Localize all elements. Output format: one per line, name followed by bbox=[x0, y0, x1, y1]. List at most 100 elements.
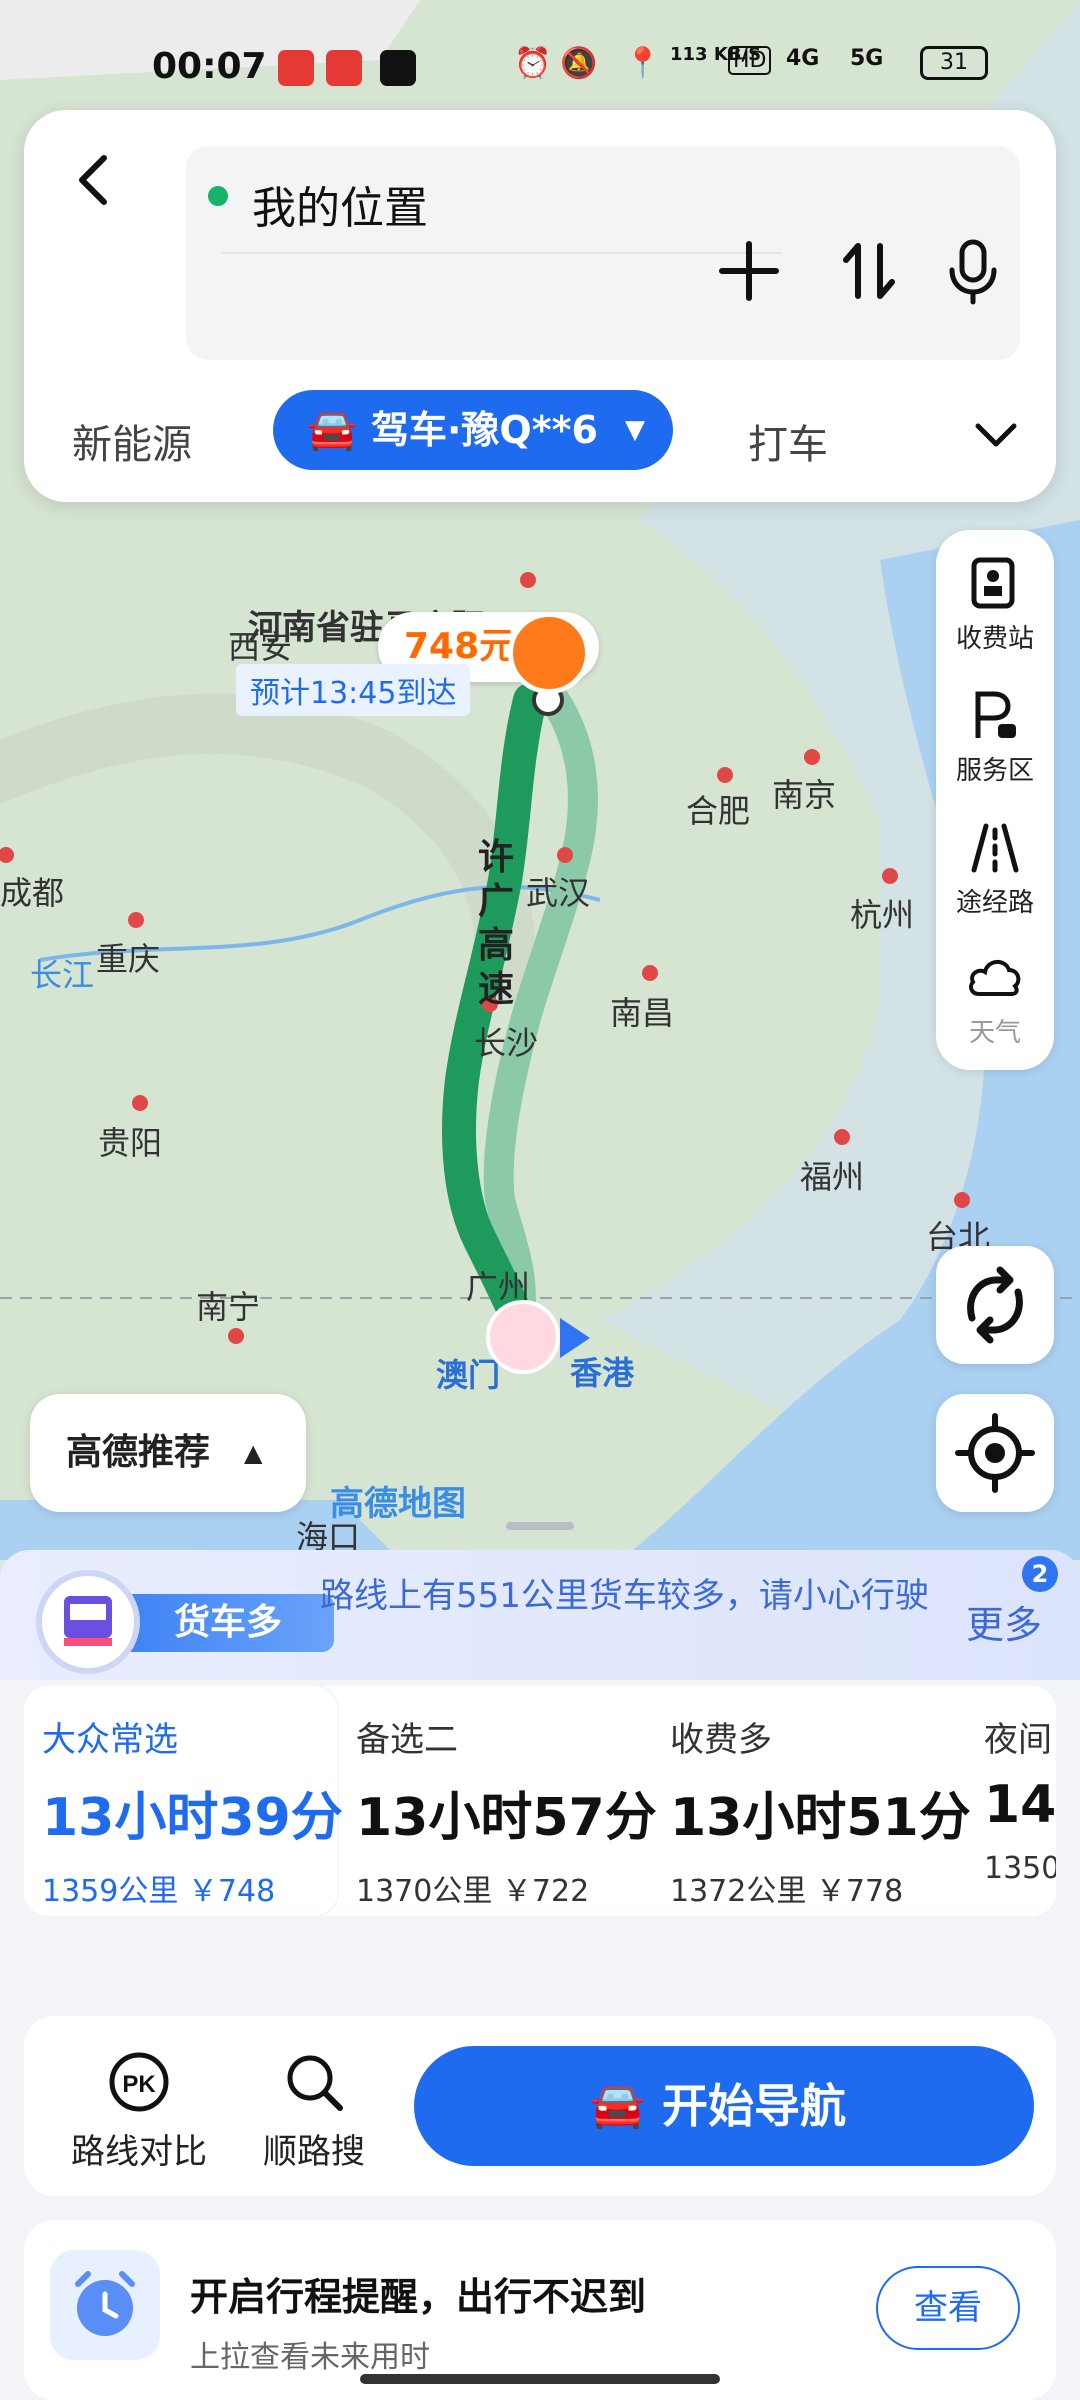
direction-arrow-icon bbox=[560, 1318, 590, 1358]
tab-taxi[interactable]: 打车 bbox=[748, 412, 828, 470]
route-panel: 货车多 路线上有551公里货车较多，请小心行驶 更多 2 大众常选 13小时39… bbox=[0, 1550, 1080, 2400]
action-bar: PK 路线对比 顺路搜 🚘 开始导航 bbox=[24, 2016, 1056, 2196]
battery-indicator: 31 bbox=[920, 46, 988, 80]
weather-icon bbox=[969, 960, 1021, 996]
current-location-avatar bbox=[486, 1300, 560, 1374]
service-area-icon bbox=[975, 691, 1016, 738]
route-tag: 备选二 bbox=[356, 1720, 458, 1760]
toutiao-app-icon bbox=[326, 50, 362, 86]
reminder-subtitle: 上拉查看未来用时 bbox=[190, 2340, 430, 2375]
signal-5g: 5G bbox=[850, 46, 884, 71]
hd-icon: HD bbox=[728, 46, 772, 75]
origin-field[interactable]: 我的位置 bbox=[252, 172, 428, 236]
route-option-4[interactable]: 夜间 14/ 1350 bbox=[966, 1686, 1056, 1916]
truck-badge-label: 货车多 bbox=[126, 1594, 334, 1652]
route-search-card: 我的位置 新能源 🚘 驾车·豫Q**6 ▼ 打车 bbox=[24, 110, 1056, 502]
along-search-button[interactable]: 顺路搜 bbox=[234, 2050, 394, 2173]
mute-icon: 🔕 bbox=[560, 46, 598, 81]
route-road-label: 许广高速 bbox=[478, 837, 515, 1010]
add-waypoint-icon[interactable] bbox=[714, 236, 784, 306]
location-icon: 📍 bbox=[624, 46, 662, 81]
route-options: 大众常选 13小时39分 1359公里 ￥748 备选二 13小时57分 137… bbox=[24, 1686, 1056, 1916]
route-price: ￥778 bbox=[815, 1874, 904, 1909]
car-icon: 🚘 bbox=[590, 2080, 645, 2131]
route-distance: 1370公里 bbox=[356, 1874, 493, 1909]
map-side-toolbar: 收费站 服务区 途经路 天气 bbox=[936, 530, 1054, 1070]
amap-logo: 高德地图 bbox=[330, 1484, 466, 1524]
route-compare-label: 路线对比 bbox=[71, 2132, 207, 2172]
start-navigation-label: 开始导航 bbox=[662, 2079, 846, 2133]
recommend-selector[interactable]: 高德推荐 ▲ bbox=[30, 1394, 306, 1512]
route-option-2[interactable]: 备选二 13小时57分 1370公里 ￥722 bbox=[338, 1686, 657, 1916]
origin-dot-icon bbox=[208, 186, 228, 206]
tiktok-app-icon bbox=[380, 50, 416, 86]
locate-icon bbox=[955, 1413, 1035, 1493]
chevron-down-icon[interactable] bbox=[972, 420, 1020, 452]
toll-station-marker-icon bbox=[508, 612, 590, 694]
search-icon bbox=[287, 2055, 343, 2111]
car-icon: 🚘 bbox=[307, 407, 357, 453]
tab-drive[interactable]: 🚘 驾车·豫Q**6 ▼ bbox=[273, 390, 673, 470]
view-button[interactable]: 查看 bbox=[876, 2266, 1020, 2350]
locate-me-button[interactable] bbox=[936, 1394, 1054, 1512]
route-price: ￥722 bbox=[501, 1874, 590, 1909]
more-button[interactable]: 更多 bbox=[966, 1594, 1042, 1649]
truck-icon bbox=[36, 1570, 140, 1674]
home-indicator[interactable] bbox=[360, 2374, 720, 2384]
route-duration: 13小时57分 bbox=[356, 1788, 657, 1848]
toll-station-label: 收费站 bbox=[955, 624, 1034, 654]
divider bbox=[222, 252, 782, 254]
swap-icon[interactable] bbox=[834, 236, 904, 306]
along-search-label: 顺路搜 bbox=[263, 2132, 365, 2172]
truck-badge: 货车多 bbox=[36, 1570, 334, 1674]
via-road-button[interactable]: 途经路 bbox=[936, 820, 1054, 950]
route-tag: 大众常选 bbox=[42, 1720, 178, 1760]
route-duration: 13小时51分 bbox=[670, 1788, 971, 1848]
notice-count-badge: 2 bbox=[1022, 1556, 1058, 1592]
video-app-icon bbox=[278, 50, 314, 86]
service-area-label: 服务区 bbox=[955, 756, 1034, 786]
route-option-3[interactable]: 收费多 13小时51分 1372公里 ￥778 bbox=[652, 1686, 971, 1916]
route-input-box[interactable]: 我的位置 bbox=[186, 146, 1020, 360]
panel-drag-handle[interactable] bbox=[506, 1522, 574, 1530]
toll-station-button[interactable]: 收费站 bbox=[936, 556, 1054, 686]
via-road-icon bbox=[971, 823, 1019, 873]
truck-notice-bar[interactable]: 货车多 路线上有551公里货车较多，请小心行驶 更多 2 bbox=[0, 1550, 1080, 1680]
route-compare-button[interactable]: PK 路线对比 bbox=[54, 2050, 224, 2173]
toll-station-icon bbox=[971, 557, 1015, 609]
microphone-icon[interactable] bbox=[938, 236, 1008, 306]
route-duration: 14/ bbox=[984, 1775, 1056, 1835]
route-tag: 夜间 bbox=[984, 1720, 1052, 1760]
route-distance: 1350 bbox=[984, 1851, 1056, 1886]
back-icon[interactable] bbox=[66, 150, 126, 210]
route-duration: 13小时39分 bbox=[42, 1788, 343, 1848]
route-option-1[interactable]: 大众常选 13小时39分 1359公里 ￥748 bbox=[24, 1686, 343, 1916]
tab-new-energy[interactable]: 新能源 bbox=[72, 412, 192, 470]
travel-mode-tabs: 新能源 🚘 驾车·豫Q**6 ▼ 打车 bbox=[24, 390, 1056, 480]
via-road-label: 途经路 bbox=[955, 888, 1034, 918]
recommend-label: 高德推荐 bbox=[66, 1432, 211, 1473]
service-area-button[interactable]: 服务区 bbox=[936, 688, 1054, 818]
alarm-icon: ⏰ bbox=[514, 46, 552, 81]
status-time: 00:07 bbox=[152, 46, 267, 87]
truck-notice-text: 路线上有551公里货车较多，请小心行驶 bbox=[320, 1576, 929, 1616]
pk-icon: PK bbox=[109, 2052, 169, 2112]
signal-4g: 4G bbox=[786, 46, 820, 71]
toll-price: 748元 bbox=[404, 626, 516, 667]
start-navigation-button[interactable]: 🚘 开始导航 bbox=[414, 2046, 1034, 2166]
svg-text:PK: PK bbox=[122, 2071, 156, 2098]
caret-up-icon: ▲ bbox=[244, 1439, 263, 1467]
route-tag: 收费多 bbox=[670, 1720, 772, 1760]
weather-button[interactable]: 天气 bbox=[936, 950, 1054, 1080]
alarm-clock-icon bbox=[50, 2250, 160, 2360]
reminder-title: 开启行程提醒，出行不迟到 bbox=[190, 2275, 647, 2319]
dropdown-arrow-icon: ▼ bbox=[625, 415, 645, 445]
trip-reminder-card[interactable]: 开启行程提醒，出行不迟到 上拉查看未来用时 查看 bbox=[24, 2220, 1056, 2400]
eta-label: 预计13:45到达 bbox=[236, 664, 471, 716]
status-bar: 00:07 ⏰ 🔕 📍 113 KB/S HD 4G 5G 31 bbox=[0, 0, 1080, 120]
route-distance: 1372公里 bbox=[670, 1874, 807, 1909]
refresh-route-button[interactable] bbox=[936, 1246, 1054, 1364]
refresh-icon bbox=[967, 1266, 1023, 1344]
tab-drive-label: 驾车·豫Q**6 bbox=[371, 408, 598, 452]
weather-label: 天气 bbox=[968, 1018, 1021, 1048]
